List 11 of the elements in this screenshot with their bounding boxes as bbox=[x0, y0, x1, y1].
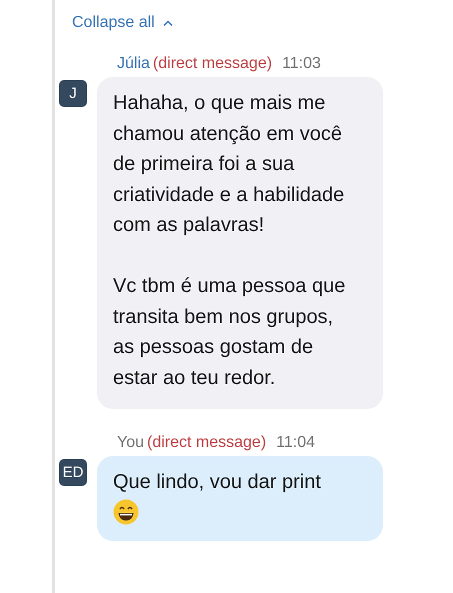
avatar: ED bbox=[59, 459, 87, 486]
message-text: Hahaha, o que mais me chamou atenção em você de primeira foi a sua criatividade e a habilidade com as palavras! Vc tbm é uma pessoa que transita bem nos grupos, as pessoas gostam de estar ao teu redor. bbox=[113, 91, 346, 390]
message-tag: (direct message) bbox=[147, 433, 266, 453]
sender-name: You bbox=[117, 433, 144, 453]
message-text: Que lindo, vou dar print bbox=[113, 470, 322, 495]
message-time: 11:03 bbox=[282, 54, 321, 74]
collapse-all-link[interactable]: Collapse all bbox=[72, 12, 173, 34]
message-time: 11:04 bbox=[276, 433, 316, 453]
avatar: J bbox=[59, 80, 87, 107]
message-tag: (direct message) bbox=[152, 54, 272, 74]
sender-name: Júlia bbox=[117, 54, 150, 74]
